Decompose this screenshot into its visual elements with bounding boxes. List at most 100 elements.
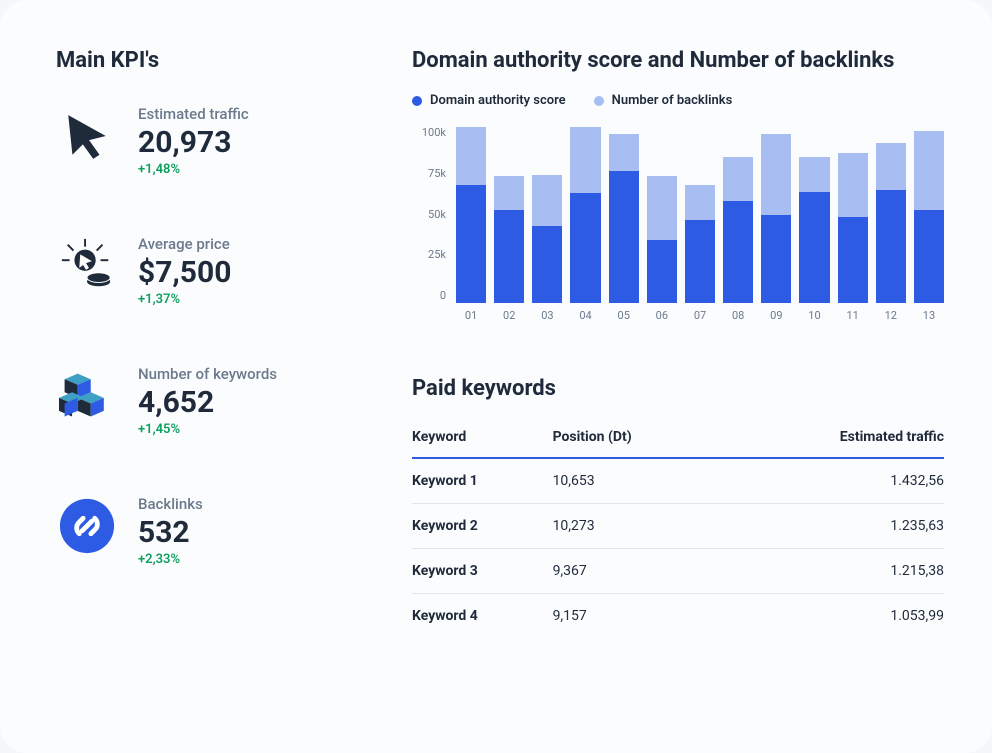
bar-x-label: 03 [541, 309, 553, 322]
y-tick: 100k [422, 126, 446, 139]
kpi-value: $7,500 [138, 256, 231, 289]
table-header-keyword: Keyword [412, 419, 553, 458]
right-panel: Domain authority score and Number of bac… [412, 48, 944, 709]
bar-x-label: 04 [579, 309, 591, 322]
table-header-traffic: Estimated traffic [721, 419, 944, 458]
bar-segment-domain-authority [570, 193, 600, 303]
bar-x-label: 07 [694, 309, 706, 322]
bar-segment-domain-authority [456, 185, 486, 304]
table-cell: Keyword 3 [412, 549, 553, 594]
bar-segment-domain-authority [685, 220, 715, 303]
bar-segment-domain-authority [914, 210, 944, 303]
bar-x-label: 13 [923, 309, 935, 322]
kpi-average-price: Average price $7,500 +1,37% [56, 235, 356, 307]
paid-keywords-section: Paid keywords Keyword Position (Dt) Esti… [412, 376, 944, 638]
kpi-change: +1,37% [138, 292, 231, 307]
y-tick: 50k [428, 208, 446, 221]
bar-segment-backlinks [570, 127, 600, 193]
bar-column: 05 [609, 127, 639, 322]
bar-segment-domain-authority [609, 171, 639, 303]
click-stack-icon [56, 235, 118, 297]
table-cell: 9,157 [553, 594, 722, 639]
bar-stack [456, 127, 486, 303]
bar-segment-backlinks [494, 176, 524, 209]
bar-segment-domain-authority [876, 190, 906, 303]
kpi-value: 20,973 [138, 126, 249, 159]
bar-x-label: 01 [465, 309, 477, 322]
bar-stack [761, 127, 791, 303]
bar-column: 07 [685, 127, 715, 322]
legend-swatch-icon [412, 96, 422, 106]
table-cell: 1.432,56 [721, 458, 944, 504]
bar-stack [685, 127, 715, 303]
kpi-backlinks: Backlinks 532 +2,33% [56, 495, 356, 567]
kpi-change: +1,45% [138, 422, 277, 437]
table-cell: Keyword 4 [412, 594, 553, 639]
bar-column: 10 [799, 127, 829, 322]
bar-x-label: 10 [808, 309, 820, 322]
bar-column: 08 [723, 127, 753, 322]
kpi-panel-title: Main KPI's [56, 48, 356, 73]
kpi-value: 4,652 [138, 386, 277, 419]
bar-stack [838, 127, 868, 303]
bar-stack [914, 127, 944, 303]
chart-y-axis: 100k 75k 50k 25k 0 [412, 126, 446, 322]
kpi-change: +2,33% [138, 552, 203, 567]
y-tick: 25k [428, 248, 446, 261]
bar-segment-domain-authority [838, 217, 868, 303]
kpi-keywords: Number of keywords 4,652 +1,45% [56, 365, 356, 437]
bar-segment-backlinks [876, 143, 906, 191]
bar-x-label: 12 [885, 309, 897, 322]
bar-column: 06 [647, 127, 677, 322]
bar-segment-backlinks [838, 153, 868, 216]
table-cell: Keyword 1 [412, 458, 553, 504]
bar-stack [570, 127, 600, 303]
kpi-label: Average price [138, 235, 231, 253]
bar-segment-domain-authority [799, 192, 829, 303]
bar-stack [876, 127, 906, 303]
bar-stack [799, 127, 829, 303]
legend-swatch-icon [594, 96, 604, 106]
chart-bars: 01 02 03 04 05 06 07 08 09 10 11 12 13 [456, 126, 944, 322]
bar-stack [647, 127, 677, 303]
kpi-estimated-traffic: Estimated traffic 20,973 +1,48% [56, 105, 356, 177]
bar-column: 03 [532, 127, 562, 322]
bar-x-label: 02 [503, 309, 515, 322]
kpi-value: 532 [138, 516, 203, 549]
bar-chart: 100k 75k 50k 25k 0 01 02 03 04 05 06 07 08 09 10 1… [412, 126, 944, 322]
bar-segment-backlinks [761, 134, 791, 215]
y-tick: 0 [440, 289, 446, 302]
table-row: Keyword 39,3671.215,38 [412, 549, 944, 594]
bar-column: 01 [456, 127, 486, 322]
kpi-label: Estimated traffic [138, 105, 249, 123]
kpi-label: Backlinks [138, 495, 203, 513]
bar-segment-backlinks [914, 131, 944, 210]
bar-x-label: 09 [770, 309, 782, 322]
table-row: Keyword 210,2731.235,63 [412, 504, 944, 549]
legend-label: Domain authority score [430, 93, 566, 108]
legend-item-backlinks: Number of backlinks [594, 93, 733, 108]
bar-x-label: 08 [732, 309, 744, 322]
bar-stack [723, 127, 753, 303]
bar-column: 13 [914, 127, 944, 322]
bar-segment-backlinks [456, 127, 486, 185]
table-cell: 10,273 [553, 504, 722, 549]
bar-segment-backlinks [647, 176, 677, 239]
bar-column: 11 [838, 127, 868, 322]
table-row: Keyword 49,1571.053,99 [412, 594, 944, 639]
bar-x-label: 11 [846, 309, 858, 322]
bar-stack [532, 127, 562, 303]
bar-column: 12 [876, 127, 906, 322]
table-cell: 10,653 [553, 458, 722, 504]
bar-segment-backlinks [723, 157, 753, 201]
dashboard: Main KPI's Estimated traffic 20,973 +1,4… [0, 0, 992, 753]
cursor-icon [56, 105, 118, 167]
kpi-label: Number of keywords [138, 365, 277, 383]
kpi-change: +1,48% [138, 162, 249, 177]
table-cell: 1.215,38 [721, 549, 944, 594]
link-circle-icon [56, 495, 118, 557]
table-row: Keyword 110,6531.432,56 [412, 458, 944, 504]
bar-segment-domain-authority [723, 201, 753, 303]
bar-x-label: 05 [618, 309, 630, 322]
bar-x-label: 06 [656, 309, 668, 322]
